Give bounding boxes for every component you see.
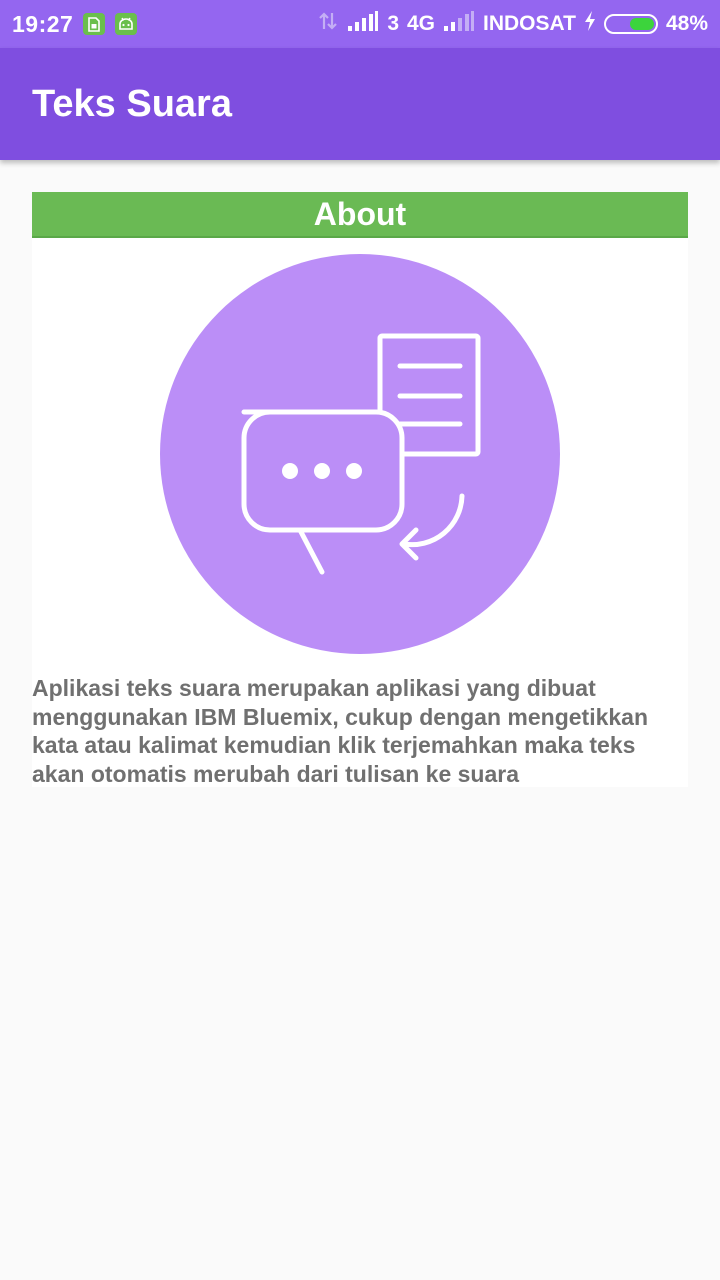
charging-icon: [584, 11, 596, 37]
about-header: About: [32, 192, 688, 238]
about-description: Aplikasi teks suara merupakan aplikasi y…: [32, 675, 649, 787]
speech-to-document-icon: [160, 254, 560, 654]
status-left: 19:27: [12, 10, 138, 38]
about-title: About: [313, 195, 407, 232]
battery-level-fill: [629, 18, 654, 30]
status-time: 19:27: [12, 10, 74, 37]
dot-1: [282, 463, 298, 479]
battery-icon: [603, 14, 658, 34]
status-bar: 19:27 3 4G INDOSAT 48%: [0, 0, 720, 48]
network-type: 4G: [407, 12, 436, 35]
sim-card-icon: [83, 13, 106, 35]
android-icon: [115, 13, 138, 35]
battery-percent: 48%: [665, 12, 708, 35]
sim-number: 3: [387, 12, 399, 35]
dot-3: [346, 463, 362, 479]
app-title: Teks Suara: [32, 82, 232, 125]
data-transfer-icon: [317, 10, 339, 38]
signal-icon: [443, 11, 475, 37]
signal-icon: [347, 11, 379, 37]
about-card: About Aplikasi teks suara merupakan apli…: [32, 192, 688, 787]
app-bar: Teks Suara: [0, 48, 720, 160]
status-right: 3 4G INDOSAT 48%: [317, 10, 708, 38]
carrier-name: INDOSAT: [483, 12, 576, 35]
dot-2: [314, 463, 330, 479]
